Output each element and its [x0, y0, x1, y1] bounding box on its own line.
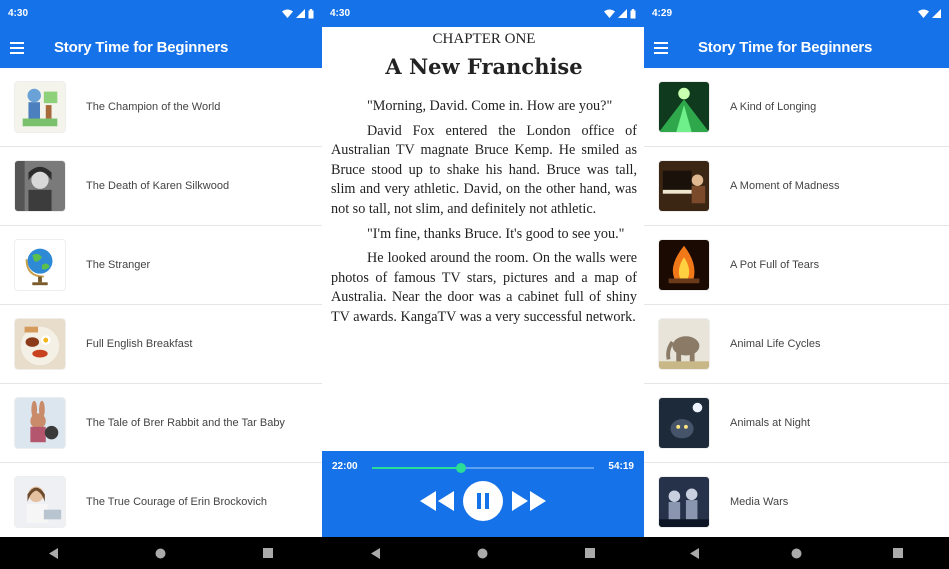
battery-icon	[308, 8, 314, 18]
recents-icon[interactable]	[878, 537, 918, 569]
media-wars-thumb	[658, 476, 710, 528]
story-list-item[interactable]: A Pot Full of Tears	[644, 226, 949, 305]
champion-thumb	[14, 81, 66, 133]
story-title: Animal Life Cycles	[730, 338, 821, 350]
globe-thumb	[14, 239, 66, 291]
signal-icon	[296, 9, 305, 18]
back-icon[interactable]	[356, 537, 396, 569]
total-time: 54:19	[608, 461, 634, 472]
story-title: Media Wars	[730, 496, 789, 508]
brer-rabbit-thumb	[14, 397, 66, 449]
reader-screen: 4:30 CHAPTER ONE A New Franchise "Mornin…	[322, 0, 644, 569]
story-list-item[interactable]: Animal Life Cycles	[644, 305, 949, 384]
signal-icon	[618, 9, 627, 18]
story-title: The Tale of Brer Rabbit and the Tar Baby	[86, 417, 285, 429]
story-list-item[interactable]: A Kind of Longing	[644, 68, 949, 147]
hamburger-menu-icon[interactable]	[654, 37, 676, 59]
chapter-label: CHAPTER ONE	[432, 31, 536, 47]
story-list-item[interactable]: The Death of Karen Silkwood	[0, 147, 322, 226]
status-icons	[282, 8, 314, 19]
story-title: The Death of Karen Silkwood	[86, 180, 230, 192]
story-list-item[interactable]: Media Wars	[644, 463, 949, 537]
story-title: The Stranger	[86, 259, 151, 271]
story-title: A Pot Full of Tears	[730, 259, 820, 271]
story-list: The Champion of the World The Death of K…	[0, 68, 322, 537]
app-bar: Story Time for Beginners	[644, 27, 949, 68]
audio-player: 22:00 54:19	[322, 451, 644, 537]
story-paragraph: He looked around the room. On the walls …	[331, 250, 637, 325]
story-title: The True Courage of Erin Brockovich	[86, 496, 267, 508]
story-title: A Kind of Longing	[730, 101, 817, 113]
recents-icon[interactable]	[570, 537, 610, 569]
progress-slider[interactable]	[372, 463, 594, 473]
system-nav-bar	[0, 537, 322, 569]
story-list-item[interactable]: The Champion of the World	[0, 68, 322, 147]
story-list-screen-1: 4:30 Story Time for Beginners The Champi…	[0, 0, 322, 569]
pause-icon	[477, 493, 489, 509]
wifi-icon	[282, 9, 293, 18]
story-list-screen-2: 4:29 Story Time for Beginners A Kind of …	[644, 0, 949, 569]
story-title: A Moment of Madness	[730, 180, 840, 192]
system-nav-bar	[644, 537, 949, 569]
status-icons	[604, 8, 636, 19]
wifi-icon	[918, 9, 929, 18]
breakfast-thumb	[14, 318, 66, 370]
progress-thumb[interactable]	[455, 463, 466, 473]
home-icon[interactable]	[463, 537, 503, 569]
elephant-thumb	[658, 318, 710, 370]
recents-icon[interactable]	[248, 537, 288, 569]
fire-thumb	[658, 239, 710, 291]
app-bar: Story Time for Beginners	[0, 27, 322, 68]
status-bar: 4:30	[322, 0, 644, 27]
pause-button[interactable]	[463, 481, 503, 521]
erin-brockovich-thumb	[14, 476, 66, 528]
story-list-item[interactable]: Full English Breakfast	[0, 305, 322, 384]
battery-icon	[630, 8, 636, 18]
back-icon[interactable]	[34, 537, 74, 569]
wifi-icon	[604, 9, 615, 18]
status-bar: 4:29	[644, 0, 949, 27]
hamburger-menu-icon[interactable]	[10, 37, 32, 59]
story-paragraph: "I'm fine, thanks Bruce. It's good to se…	[367, 225, 625, 242]
system-nav-bar	[322, 537, 644, 569]
elapsed-time: 22:00	[332, 461, 358, 472]
app-title: Story Time for Beginners	[698, 39, 873, 56]
home-icon[interactable]	[776, 537, 816, 569]
story-title: Full English Breakfast	[86, 338, 193, 350]
status-time: 4:29	[652, 8, 673, 19]
fast-forward-icon[interactable]	[511, 489, 547, 513]
status-icons	[918, 9, 941, 18]
story-paragraph: "Morning, David. Come in. How are you?"	[367, 98, 613, 114]
karen-silkwood-thumb	[14, 160, 66, 212]
story-list-item[interactable]: Animals at Night	[644, 384, 949, 463]
story-paragraph: David Fox entered the London office of A…	[331, 122, 637, 217]
longing-thumb	[658, 81, 710, 133]
reader-text-area[interactable]: CHAPTER ONE A New Franchise "Morning, Da…	[322, 27, 644, 451]
story-list-item[interactable]: A Moment of Madness	[644, 147, 949, 226]
status-time: 4:30	[8, 8, 29, 19]
signal-icon	[932, 9, 941, 18]
status-time: 4:30	[330, 8, 351, 19]
story-list-item[interactable]: The Tale of Brer Rabbit and the Tar Baby	[0, 384, 322, 463]
story-list-item[interactable]: The Stranger	[0, 226, 322, 305]
chapter-title: A New Franchise	[385, 54, 583, 79]
story-title: The Champion of the World	[86, 101, 221, 113]
story-list: A Kind of Longing A Moment of Madness A …	[644, 68, 949, 537]
app-title: Story Time for Beginners	[54, 39, 229, 56]
story-title: Animals at Night	[730, 417, 811, 429]
piano-thumb	[658, 160, 710, 212]
playback-controls	[322, 481, 644, 521]
night-animal-thumb	[658, 397, 710, 449]
status-bar: 4:30	[0, 0, 322, 27]
back-icon[interactable]	[675, 537, 715, 569]
home-icon[interactable]	[141, 537, 181, 569]
story-list-item[interactable]: The True Courage of Erin Brockovich	[0, 463, 322, 537]
rewind-icon[interactable]	[419, 489, 455, 513]
progress-fill	[372, 467, 461, 469]
